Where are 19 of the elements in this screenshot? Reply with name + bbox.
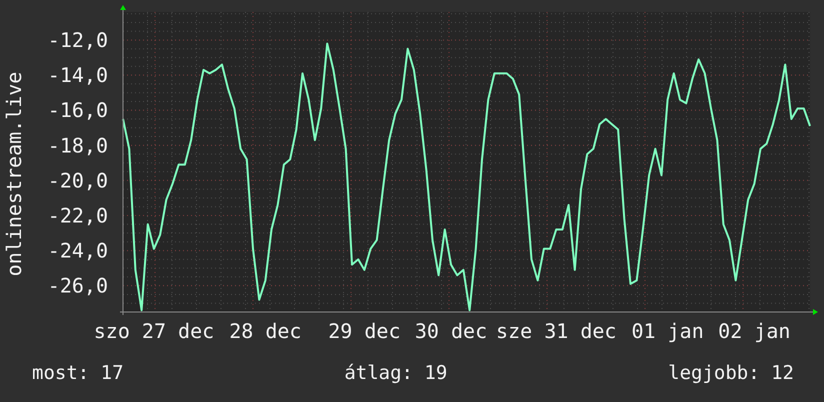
- axis-tick-label: -16,0: [48, 98, 108, 122]
- axis-title: onlinestream.live: [2, 72, 26, 276]
- axis-tick-label: szo 27 dec: [94, 319, 214, 343]
- axis-tick-label: 30 dec: [414, 319, 488, 343]
- axis-tick-label: -12,0: [48, 28, 108, 52]
- axis-tick-label: -20,0: [48, 168, 108, 192]
- axis-tick-label: 02 jan: [718, 319, 790, 343]
- legend-stat: átlag: 19: [344, 362, 448, 384]
- axis-tick-label: sze 31 dec: [496, 319, 616, 343]
- legend-stat: legjobb: 12: [668, 362, 794, 384]
- axis-tick-label: -18,0: [48, 133, 108, 158]
- axis-tick-label: -22,0: [48, 204, 108, 228]
- axis-tick-label: -14,0: [48, 63, 108, 88]
- axis-tick-label: -24,0: [48, 238, 108, 263]
- axis-tick-label: 28 dec: [229, 319, 302, 343]
- axis-tick-label: 01 jan: [632, 319, 704, 343]
- axis-tick-label: -26,0: [48, 274, 108, 298]
- legend-stat: most: 17: [32, 362, 124, 384]
- axis-tick-label: 29 dec: [328, 319, 400, 343]
